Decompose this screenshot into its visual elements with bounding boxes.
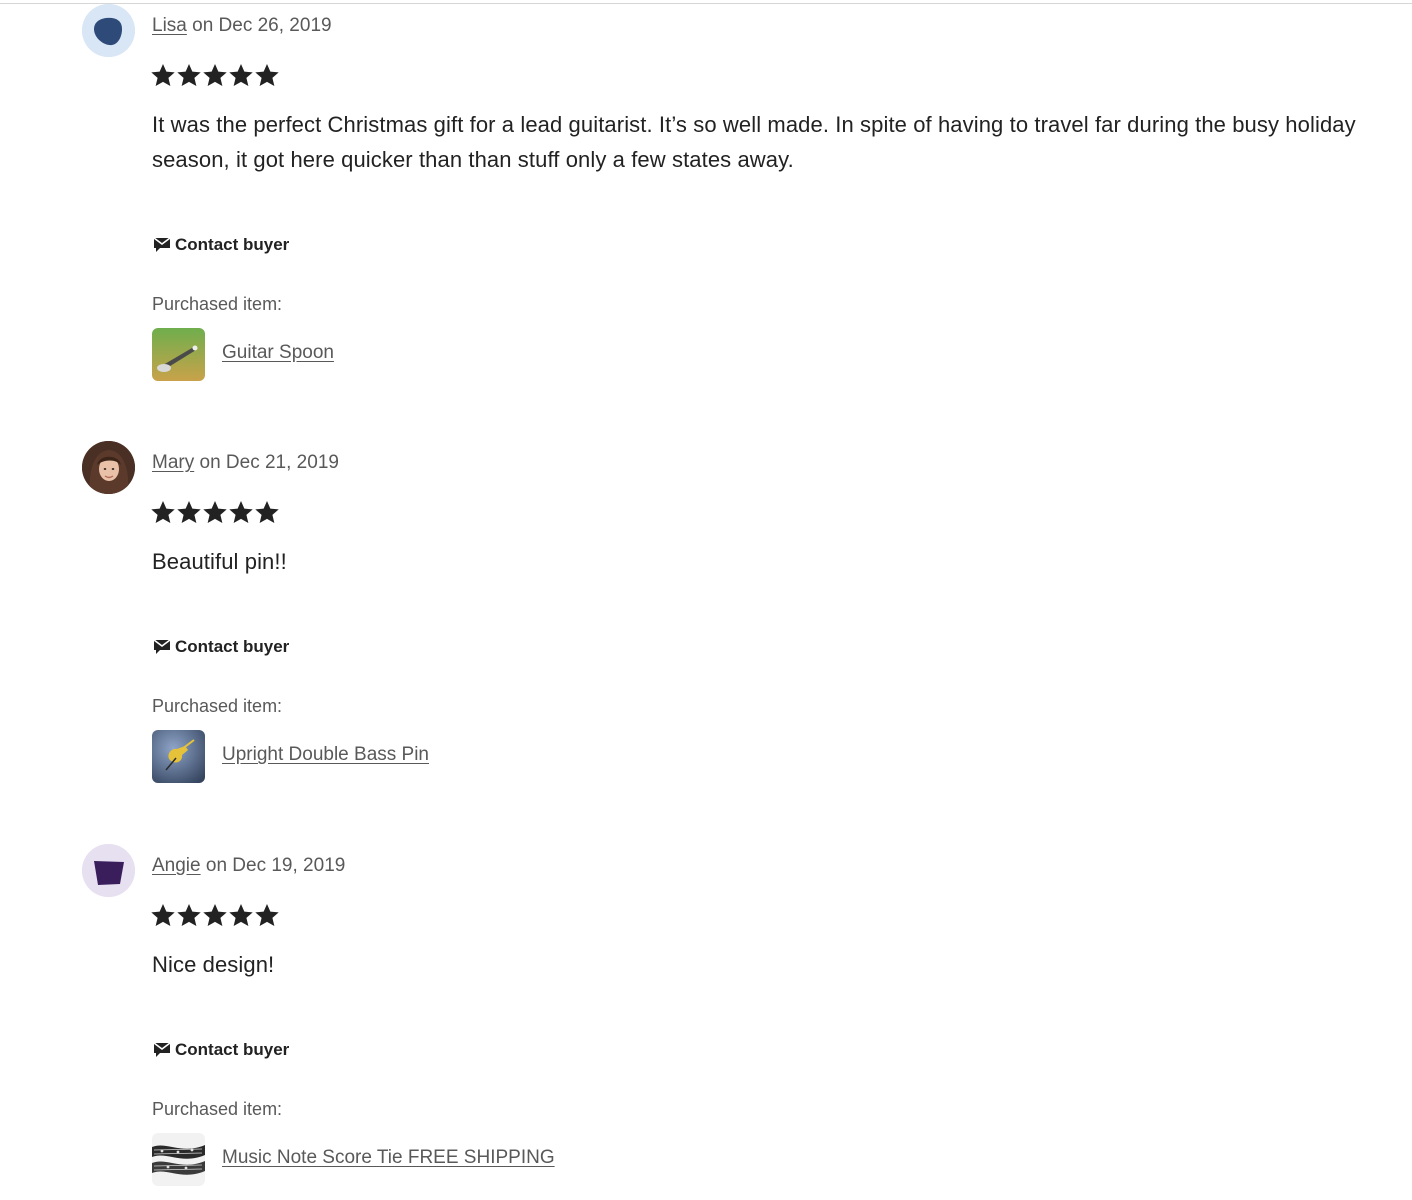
reviewer-name-link[interactable]: Lisa (152, 15, 187, 36)
review-byline: Mary on Dec 21, 2019 (152, 452, 339, 474)
star-icon (151, 903, 175, 927)
review-text: Nice design! (152, 952, 275, 977)
purchased-item-link[interactable]: Guitar Spoon (222, 342, 334, 364)
item-thumbnail[interactable] (152, 328, 205, 381)
message-icon (153, 639, 171, 654)
purple-shape-icon (82, 844, 135, 897)
top-divider (0, 3, 1412, 4)
contact-buyer-label: Contact buyer (175, 1040, 290, 1059)
star-rating (150, 499, 280, 525)
star-icon (255, 63, 279, 87)
review-byline: Angie on Dec 19, 2019 (152, 855, 345, 877)
purchased-item-label: Purchased item: (152, 294, 283, 314)
review-byline: Lisa on Dec 26, 2019 (152, 15, 332, 37)
review-date: on Dec 26, 2019 (186, 15, 332, 36)
star-icon (255, 500, 279, 524)
guitar-pick-icon (82, 4, 135, 57)
profile-photo (82, 441, 135, 494)
reviewer-avatar[interactable] (82, 4, 135, 57)
review-date: on Dec 21, 2019 (194, 452, 339, 473)
star-icon (203, 903, 227, 927)
contact-buyer-button[interactable]: Contact buyer (152, 637, 289, 657)
music-tie-image (152, 1133, 205, 1186)
contact-buyer-button[interactable]: Contact buyer (152, 235, 289, 255)
star-icon (229, 500, 253, 524)
reviewer-avatar[interactable] (82, 441, 135, 494)
review-text: It was the perfect Christmas gift for a … (152, 112, 1356, 172)
purchased-item-label: Purchased item: (152, 696, 283, 716)
reviewer-avatar[interactable] (82, 844, 135, 897)
star-icon (203, 500, 227, 524)
star-icon (151, 500, 175, 524)
contact-buyer-button[interactable]: Contact buyer (152, 1040, 289, 1060)
item-thumbnail[interactable] (152, 1133, 205, 1186)
star-rating (150, 62, 280, 88)
message-icon (153, 1042, 171, 1057)
review-text: Beautiful pin!! (152, 549, 287, 574)
star-icon (203, 63, 227, 87)
star-icon (229, 63, 253, 87)
purchased-item-label: Purchased item: (152, 1099, 283, 1119)
contact-buyer-label: Contact buyer (175, 235, 290, 254)
bass-pin-image (152, 730, 205, 783)
reviewer-name-link[interactable]: Angie (152, 855, 201, 876)
star-icon (177, 63, 201, 87)
star-icon (229, 903, 253, 927)
star-rating (150, 902, 280, 928)
reviewer-name-link[interactable]: Mary (152, 452, 194, 473)
purchased-item-link[interactable]: Upright Double Bass Pin (222, 744, 429, 766)
item-thumbnail[interactable] (152, 730, 205, 783)
star-icon (177, 903, 201, 927)
purchased-item-link[interactable]: Music Note Score Tie FREE SHIPPING (222, 1147, 555, 1169)
review-date: on Dec 19, 2019 (200, 855, 346, 876)
star-icon (177, 500, 201, 524)
star-icon (151, 63, 175, 87)
contact-buyer-label: Contact buyer (175, 637, 290, 656)
guitar-spoon-image (152, 328, 205, 381)
message-icon (153, 237, 171, 252)
star-icon (255, 903, 279, 927)
